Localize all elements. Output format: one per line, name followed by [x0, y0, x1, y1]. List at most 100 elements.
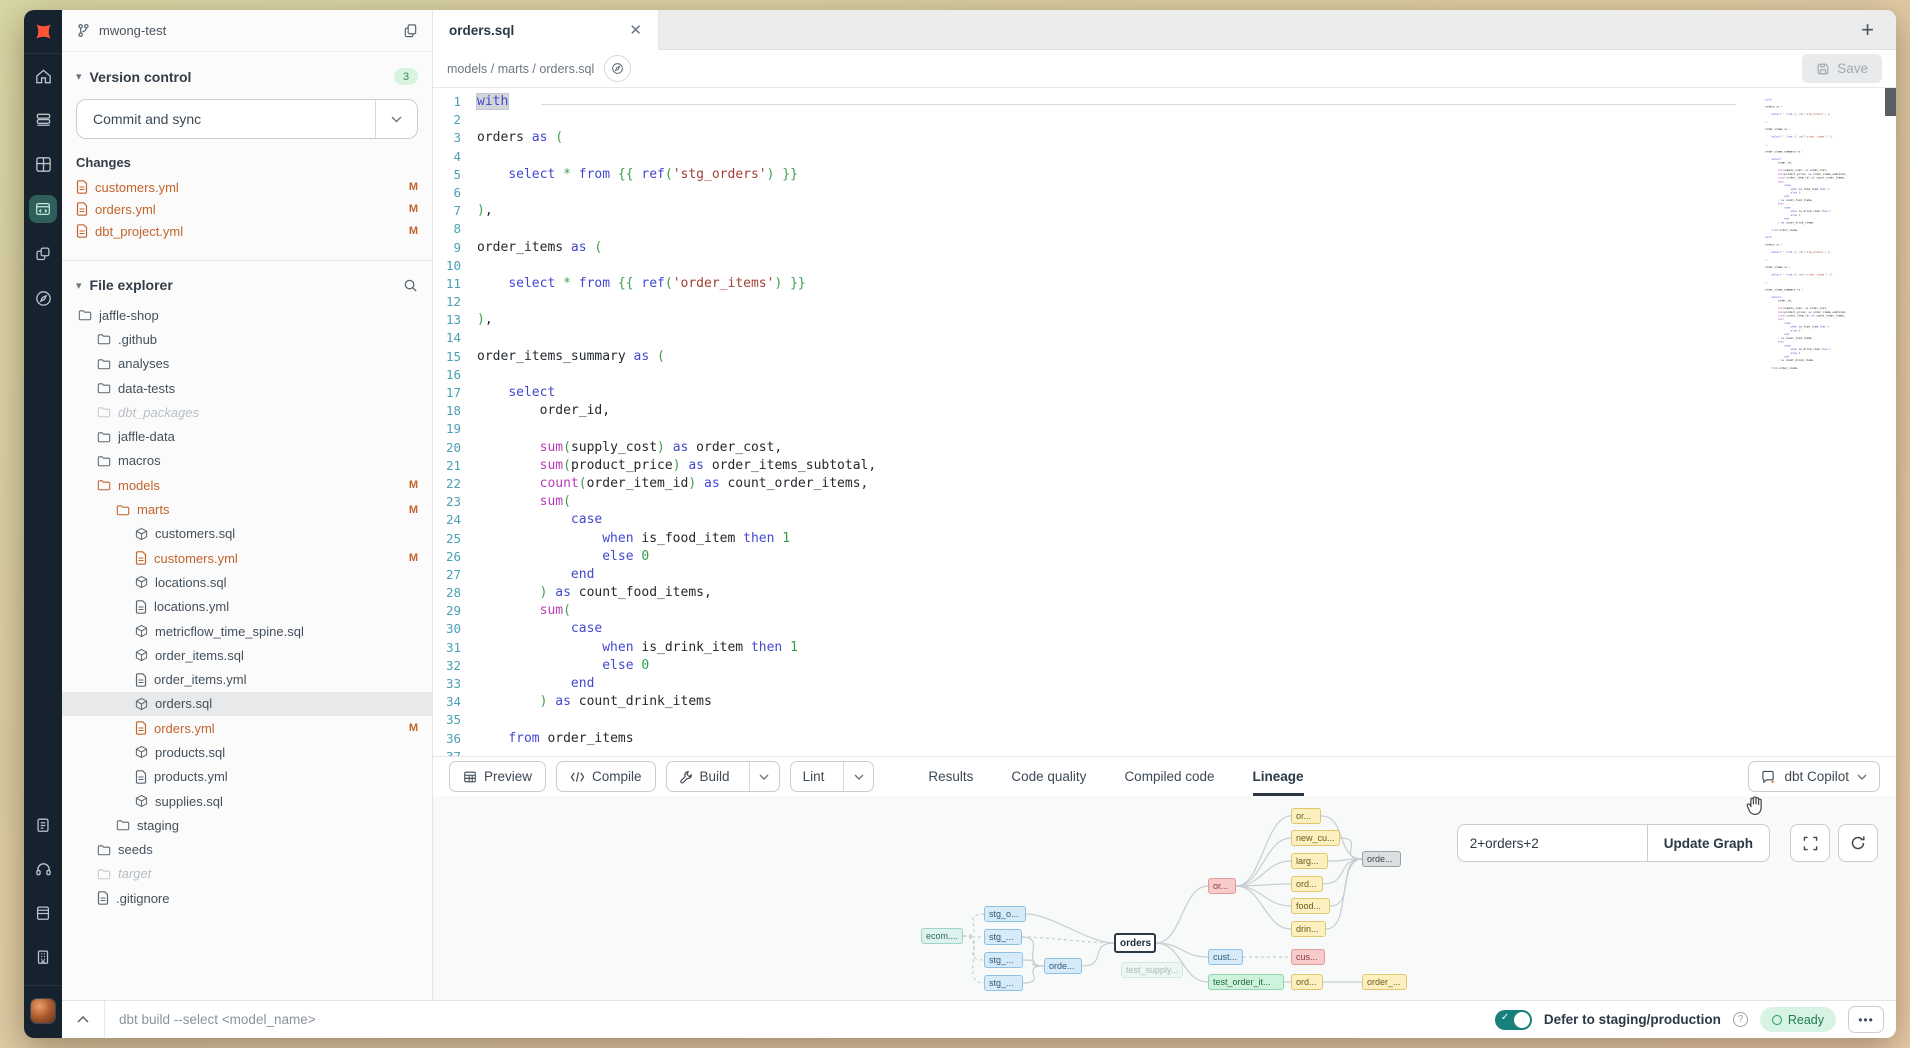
- notes-clipboard-icon[interactable]: [24, 803, 62, 847]
- organization-building-icon[interactable]: [24, 935, 62, 979]
- tree-item-macros[interactable]: macros: [62, 449, 432, 473]
- lineage-node-stg3[interactable]: stg_...: [984, 975, 1023, 991]
- lineage-node-stg1[interactable]: stg_...: [984, 929, 1022, 945]
- lineage-node-ordegray[interactable]: orde...: [1362, 851, 1401, 867]
- tab-lineage[interactable]: Lineage: [1253, 757, 1304, 796]
- support-headset-icon[interactable]: [24, 847, 62, 891]
- command-input[interactable]: dbt build --select <model_name>: [119, 1012, 316, 1027]
- save-button[interactable]: Save: [1802, 54, 1882, 83]
- lineage-node-yord1[interactable]: ord...: [1291, 876, 1323, 892]
- tree-item-analyses[interactable]: analyses: [62, 352, 432, 376]
- defer-toggle[interactable]: ✓: [1495, 1010, 1532, 1030]
- tree-item-products-yml[interactable]: products.yml: [62, 765, 432, 789]
- version-control-title: Version control: [90, 69, 192, 85]
- tree-item--gitignore[interactable]: .gitignore: [62, 886, 432, 910]
- fullscreen-button[interactable]: [1790, 824, 1830, 862]
- tree-item-supplies-sql[interactable]: supplies.sql: [62, 789, 432, 813]
- file-explorer-header[interactable]: ▾ File explorer: [62, 261, 432, 299]
- lineage-node-ecom[interactable]: ecom....: [921, 928, 963, 944]
- commit-and-sync-button[interactable]: Commit and sync: [76, 99, 418, 139]
- tree-item-data-tests[interactable]: data-tests: [62, 376, 432, 400]
- lineage-node-yor[interactable]: or...: [1291, 808, 1321, 824]
- version-control-header[interactable]: ▾ Version control 3: [62, 52, 432, 91]
- orchestration-icon[interactable]: [24, 232, 62, 276]
- tab-orders-sql[interactable]: orders.sql ✕: [433, 10, 659, 50]
- open-docs-button[interactable]: [604, 55, 631, 82]
- lineage-selector-input[interactable]: [1457, 824, 1647, 862]
- code-line: 22 count(order_item_id) as count_order_i…: [433, 475, 1896, 493]
- tab-code-quality[interactable]: Code quality: [1011, 757, 1086, 796]
- tree-item-order-items-yml[interactable]: order_items.yml: [62, 667, 432, 691]
- refresh-graph-button[interactable]: [1838, 824, 1878, 862]
- tree-item-orders-sql[interactable]: orders.sql: [62, 692, 432, 716]
- lint-button[interactable]: Lint: [790, 761, 875, 792]
- tree-item-models[interactable]: modelsM: [62, 473, 432, 497]
- tree-item-target[interactable]: target: [62, 862, 432, 886]
- lineage-node-ordery[interactable]: order_...: [1362, 974, 1407, 990]
- lineage-node-yfood[interactable]: food...: [1291, 898, 1330, 914]
- tree-item-order-items-sql[interactable]: order_items.sql: [62, 643, 432, 667]
- user-avatar[interactable]: [30, 998, 56, 1024]
- help-info-icon[interactable]: ?: [1733, 1012, 1748, 1027]
- tree-item-jaffle-shop[interactable]: jaffle-shop: [62, 303, 432, 327]
- editor-scrollbar-thumb[interactable]: [1885, 88, 1896, 116]
- tree-item-products-sql[interactable]: products.sql: [62, 740, 432, 764]
- more-options-button[interactable]: •••: [1848, 1006, 1884, 1033]
- develop-icon[interactable]: [24, 186, 62, 232]
- build-button[interactable]: Build: [666, 761, 780, 792]
- apps-grid-icon[interactable]: [24, 142, 62, 186]
- lineage-node-testoi[interactable]: test_order_it...: [1208, 974, 1284, 990]
- tree-item-customers-yml[interactable]: customers.ymlM: [62, 546, 432, 570]
- tree-item-staging[interactable]: staging: [62, 813, 432, 837]
- dbt-logo[interactable]: [24, 10, 62, 54]
- dbt-copilot-button[interactable]: dbt Copilot: [1748, 761, 1880, 792]
- lineage-node-ylarg[interactable]: larg...: [1291, 853, 1328, 869]
- code-editor[interactable]: 1with23orders as (45 select * from {{ re…: [433, 88, 1896, 756]
- lineage-node-cust[interactable]: cust...: [1208, 949, 1243, 965]
- environments-icon[interactable]: [24, 98, 62, 142]
- tab-compiled-code[interactable]: Compiled code: [1124, 757, 1214, 796]
- tree-item-orders-yml[interactable]: orders.ymlM: [62, 716, 432, 740]
- lint-options-dropdown[interactable]: [843, 762, 873, 791]
- tree-item-seeds[interactable]: seeds: [62, 838, 432, 862]
- new-tab-button[interactable]: +: [1855, 18, 1880, 42]
- ide-status-badge[interactable]: Ready: [1760, 1007, 1836, 1032]
- tree-item-customers-sql[interactable]: customers.sql: [62, 522, 432, 546]
- tree-item-metricflow-time-spine-sql[interactable]: metricflow_time_spine.sql: [62, 619, 432, 643]
- tree-item-locations-sql[interactable]: locations.sql: [62, 570, 432, 594]
- copy-branch-icon[interactable]: [403, 23, 418, 38]
- changed-file-row[interactable]: orders.ymlM: [62, 198, 432, 220]
- lineage-node-yord2[interactable]: ord...: [1291, 974, 1323, 990]
- search-icon[interactable]: [403, 278, 418, 293]
- lineage-node-cuspink[interactable]: cus...: [1291, 949, 1325, 965]
- explore-compass-icon[interactable]: [24, 276, 62, 320]
- tree-item-locations-yml[interactable]: locations.yml: [62, 595, 432, 619]
- lineage-node-tsupply[interactable]: test_supply...: [1121, 962, 1183, 978]
- lineage-node-orders[interactable]: orders: [1114, 933, 1156, 953]
- home-icon[interactable]: [24, 54, 62, 98]
- tree-item-marts[interactable]: martsM: [62, 497, 432, 521]
- close-tab-icon[interactable]: ✕: [627, 21, 644, 39]
- preview-button[interactable]: Preview: [449, 761, 546, 792]
- tree-item--github[interactable]: .github: [62, 327, 432, 351]
- tree-item-dbt-packages[interactable]: dbt_packages: [62, 400, 432, 424]
- tree-item-jaffle-data[interactable]: jaffle-data: [62, 424, 432, 448]
- lineage-node-ynewcu[interactable]: new_cu...: [1291, 830, 1340, 846]
- docs-journal-icon[interactable]: [24, 891, 62, 935]
- expand-command-bar-button[interactable]: [62, 1016, 104, 1023]
- commit-options-dropdown[interactable]: [375, 100, 417, 138]
- lineage-node-ydrin[interactable]: drin...: [1291, 921, 1326, 937]
- code-line: 21 sum(product_price) as order_items_sub…: [433, 457, 1896, 475]
- compile-button[interactable]: Compile: [556, 761, 656, 792]
- tab-results[interactable]: Results: [928, 757, 973, 796]
- build-options-dropdown[interactable]: [749, 762, 779, 791]
- lineage-node-orpink[interactable]: or...: [1208, 878, 1236, 894]
- lineage-node-stg0[interactable]: stg_o...: [984, 906, 1026, 922]
- lineage-node-stg2[interactable]: stg_...: [984, 952, 1023, 968]
- changed-file-row[interactable]: dbt_project.ymlM: [62, 220, 432, 242]
- branch-row[interactable]: mwong-test: [62, 10, 432, 52]
- lineage-node-ordeb[interactable]: orde...: [1044, 958, 1082, 974]
- tree-item-name: staging: [137, 818, 418, 833]
- update-graph-button[interactable]: Update Graph: [1647, 824, 1770, 862]
- changed-file-row[interactable]: customers.ymlM: [62, 176, 432, 198]
